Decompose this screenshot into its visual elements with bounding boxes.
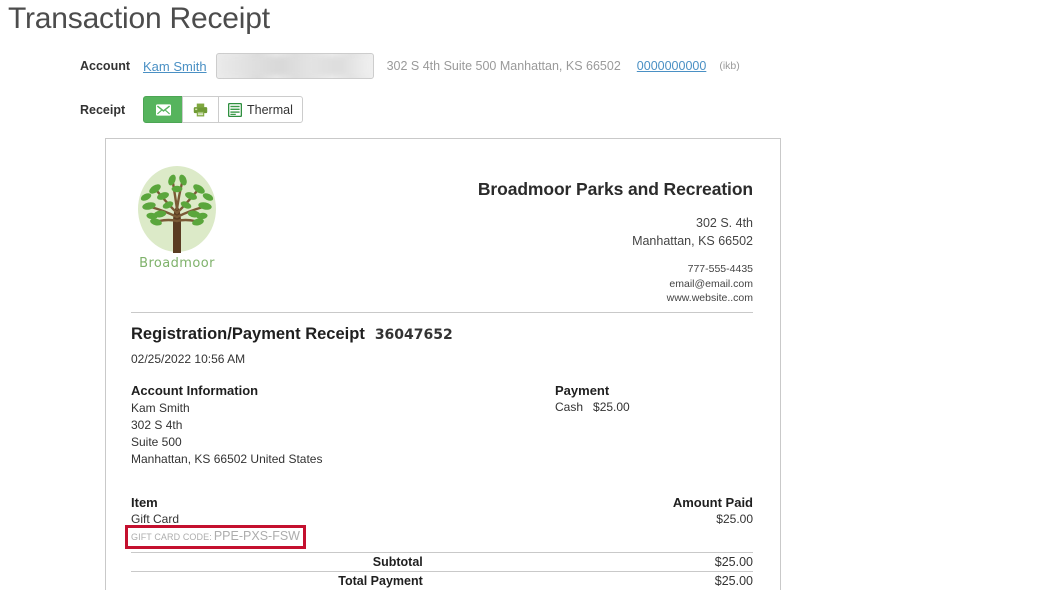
account-info-line: Suite 500: [131, 434, 182, 449]
receipt-actions-row: Receipt Thermal: [80, 96, 303, 123]
subtotal-label: Subtotal: [372, 554, 423, 569]
receipt-label: Receipt: [80, 102, 126, 117]
receipt-datetime: 02/25/2022 10:56 AM: [131, 351, 246, 366]
envelope-icon: [155, 103, 171, 116]
printer-icon: [193, 103, 208, 117]
totals-block: Subtotal $25.00 Total Payment $25.00: [131, 551, 753, 590]
email-receipt-button[interactable]: [143, 96, 183, 123]
item-amount: $25.00: [716, 511, 753, 526]
payment-heading: Payment: [555, 382, 610, 398]
organization-logo: Broadmoor: [131, 153, 223, 271]
payment-amount: $25.00: [593, 399, 630, 414]
page-title: Transaction Receipt: [8, 2, 270, 35]
organization-phone: 777-555-4435: [687, 263, 753, 275]
total-payment-row: Total Payment $25.00: [131, 570, 753, 590]
account-code: (ikb): [719, 60, 740, 72]
table-row: Gift Card $25.00: [131, 512, 753, 526]
column-header-item: Item: [131, 494, 158, 510]
receipt-header: Broadmoor Broadmoor Parks and Recreation…: [131, 153, 753, 306]
column-header-amount-paid: Amount Paid: [672, 494, 753, 510]
receipt-title-line: Registration/Payment Receipt 36047652: [131, 325, 753, 344]
organization-email: email@email.com: [669, 277, 753, 290]
account-information-block: Account Information Kam Smith 302 S 4th …: [131, 383, 555, 468]
receipt-button-group: Thermal: [143, 96, 303, 123]
items-table-header: Item Amount Paid: [131, 495, 753, 510]
thermal-receipt-button[interactable]: Thermal: [218, 96, 303, 123]
gift-card-code-highlight: GIFT CARD CODE: PPE-PXS-FSW: [125, 524, 306, 549]
payment-method: Cash: [555, 399, 584, 414]
account-label: Account: [80, 59, 130, 73]
thermal-button-label: Thermal: [247, 102, 293, 117]
payment-line: Cash $25.00: [555, 400, 753, 414]
receipt-info-columns: Account Information Kam Smith 302 S 4th …: [131, 383, 753, 468]
header-divider: [131, 311, 753, 313]
organization-address-line2: Manhattan, KS 66502: [632, 234, 753, 248]
account-info-line: Kam Smith: [131, 400, 190, 415]
total-payment-value: $25.00: [714, 573, 753, 588]
item-name: Gift Card: [131, 511, 180, 526]
items-table: Item Amount Paid Gift Card $25.00 GIFT C…: [125, 495, 753, 590]
document-list-icon: [228, 102, 242, 117]
organization-contact: 777-555-4435 email@email.com www.website…: [478, 262, 753, 306]
account-information-heading: Account Information: [131, 382, 259, 398]
account-name-link[interactable]: Kam Smith: [143, 59, 207, 74]
subtotal-value: $25.00: [714, 554, 753, 569]
subtotal-row: Subtotal $25.00: [131, 551, 753, 571]
gift-card-code-label: GIFT CARD CODE:: [131, 531, 212, 542]
payment-block: Payment Cash $25.00: [555, 383, 753, 468]
account-phone-link[interactable]: 0000000000: [637, 59, 707, 73]
organization-address: 302 S. 4th Manhattan, KS 66502: [478, 214, 753, 250]
organization-name: Broadmoor Parks and Recreation: [477, 179, 753, 199]
organization-block: Broadmoor Parks and Recreation 302 S. 4t…: [478, 153, 753, 306]
total-payment-label: Total Payment: [338, 573, 423, 588]
logo-wordmark: Broadmoor: [139, 256, 215, 271]
gift-card-code-row: GIFT CARD CODE: PPE-PXS-FSW: [125, 524, 753, 549]
account-info-line: Manhattan, KS 66502 United States: [131, 451, 323, 466]
account-info-line: 302 S 4th: [131, 417, 183, 432]
print-receipt-button[interactable]: [182, 96, 219, 123]
organization-website: www.website..com: [666, 292, 753, 304]
account-row: Account Kam Smith 302 S 4th Suite 500 Ma…: [80, 53, 740, 79]
receipt-preview-card: Broadmoor Broadmoor Parks and Recreation…: [105, 138, 781, 590]
receipt-title: Registration/Payment Receipt: [131, 324, 365, 343]
gift-card-code-value: PPE-PXS-FSW: [213, 528, 300, 543]
account-search-input[interactable]: [215, 53, 374, 79]
receipt-number: 36047652: [374, 326, 453, 343]
organization-address-line1: 302 S. 4th: [696, 216, 753, 230]
account-address: 302 S 4th Suite 500 Manhattan, KS 66502: [386, 59, 621, 73]
